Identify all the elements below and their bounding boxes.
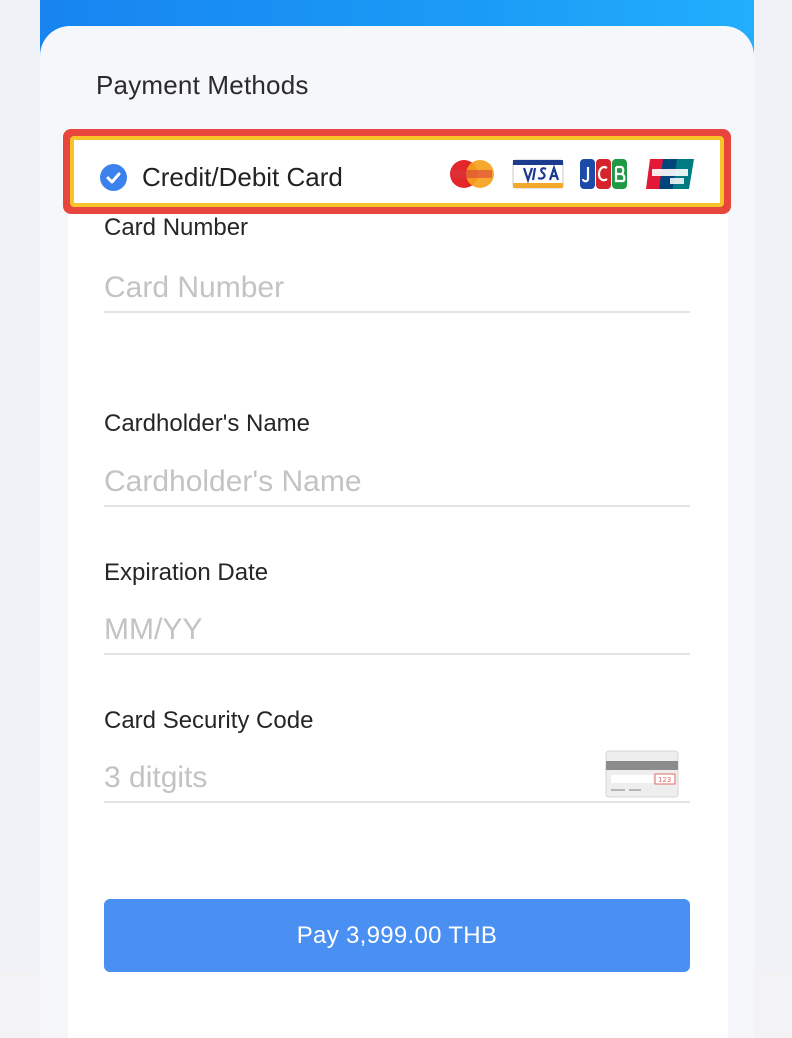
mastercard-icon xyxy=(446,157,498,191)
section-title: Payment Methods xyxy=(96,70,309,100)
cardholder-name-input[interactable] xyxy=(104,459,690,507)
svg-text:123: 123 xyxy=(658,776,671,784)
payment-method-label: Credit/Debit Card xyxy=(142,162,343,192)
expiration-date-label: Expiration Date xyxy=(104,559,269,586)
security-code-label: Card Security Code xyxy=(104,707,314,734)
jcb-icon xyxy=(578,157,630,191)
card-back-cvv-icon: 123 xyxy=(605,750,679,798)
payment-method-row[interactable]: Credit/Debit Card xyxy=(70,136,724,207)
unionpay-icon xyxy=(644,157,696,191)
card-number-label: Card Number xyxy=(104,214,249,241)
visa-icon xyxy=(512,157,564,191)
payment-page: Payment Methods Credit/Debit Card Card N… xyxy=(0,0,792,1038)
security-code-input[interactable] xyxy=(104,755,690,803)
expiration-date-input[interactable] xyxy=(104,607,690,655)
card-number-input[interactable] xyxy=(104,265,690,313)
checkmark-icon xyxy=(100,164,127,191)
cardholder-name-label: Cardholder's Name xyxy=(104,410,311,437)
pay-button[interactable]: Pay 3,999.00 THB xyxy=(104,899,690,972)
payment-method-option[interactable]: Credit/Debit Card xyxy=(63,129,731,214)
card-brand-logos xyxy=(446,154,696,194)
